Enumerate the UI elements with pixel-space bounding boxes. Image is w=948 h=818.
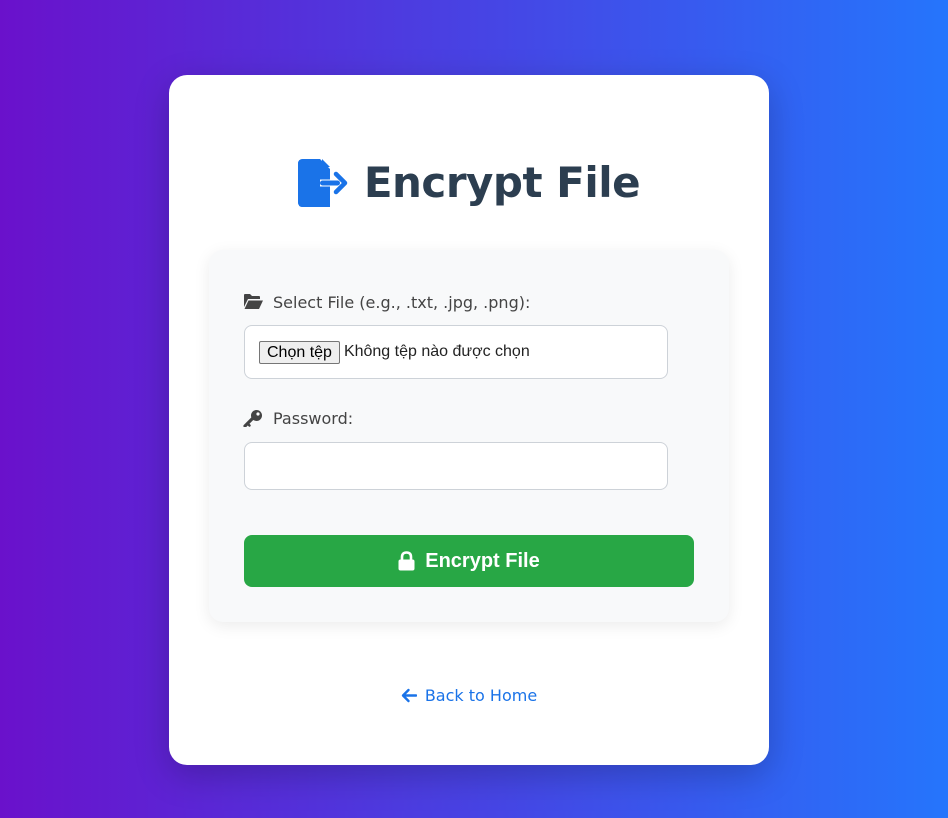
file-status-text: Không tệp nào được chọn xyxy=(343,343,530,360)
arrow-left-icon xyxy=(401,688,417,702)
encrypt-button-label: Encrypt File xyxy=(425,549,540,572)
password-input[interactable] xyxy=(245,443,667,489)
page-title: Encrypt File xyxy=(363,158,641,207)
key-icon xyxy=(243,410,262,427)
encrypt-button[interactable]: Encrypt File xyxy=(244,535,694,587)
file-input[interactable]: Chọn tệp Không tệp nào được chọn xyxy=(244,325,668,379)
password-label-text: Password: xyxy=(273,408,354,428)
lock-icon xyxy=(398,551,415,571)
password-field-label: Password: xyxy=(243,408,353,428)
file-export-icon xyxy=(297,159,348,207)
file-field-label: Select File (e.g., .txt, .jpg, .png): xyxy=(243,292,530,312)
encrypt-card: Encrypt File Select File (e.g., .txt, .j… xyxy=(169,75,769,765)
choose-file-button[interactable]: Chọn tệp xyxy=(259,340,340,364)
folder-open-icon xyxy=(244,294,263,309)
back-link-label: Back to Home xyxy=(424,685,538,705)
file-label-text: Select File (e.g., .txt, .jpg, .png): xyxy=(273,292,531,312)
page-header: Encrypt File xyxy=(169,157,769,209)
password-field-wrapper xyxy=(244,442,668,490)
back-to-home-link[interactable]: Back to Home xyxy=(169,683,769,707)
encrypt-form: Select File (e.g., .txt, .jpg, .png): Ch… xyxy=(209,250,729,622)
